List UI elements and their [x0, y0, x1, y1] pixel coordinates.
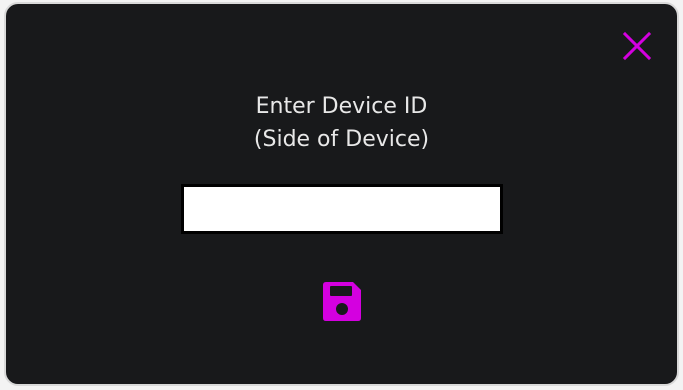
app-frame: Enter Device ID (Side of Device): [0, 0, 683, 390]
dialog-title: Enter Device ID (Side of Device): [6, 90, 677, 156]
dialog-title-line-2: (Side of Device): [253, 127, 430, 152]
save-button[interactable]: [318, 277, 366, 325]
device-id-dialog: Enter Device ID (Side of Device): [4, 2, 679, 386]
close-icon: [622, 31, 652, 61]
save-icon: [323, 282, 361, 321]
close-button[interactable]: [619, 28, 655, 64]
dialog-title-line-1: Enter Device ID: [255, 94, 428, 119]
device-id-input[interactable]: [181, 184, 503, 234]
